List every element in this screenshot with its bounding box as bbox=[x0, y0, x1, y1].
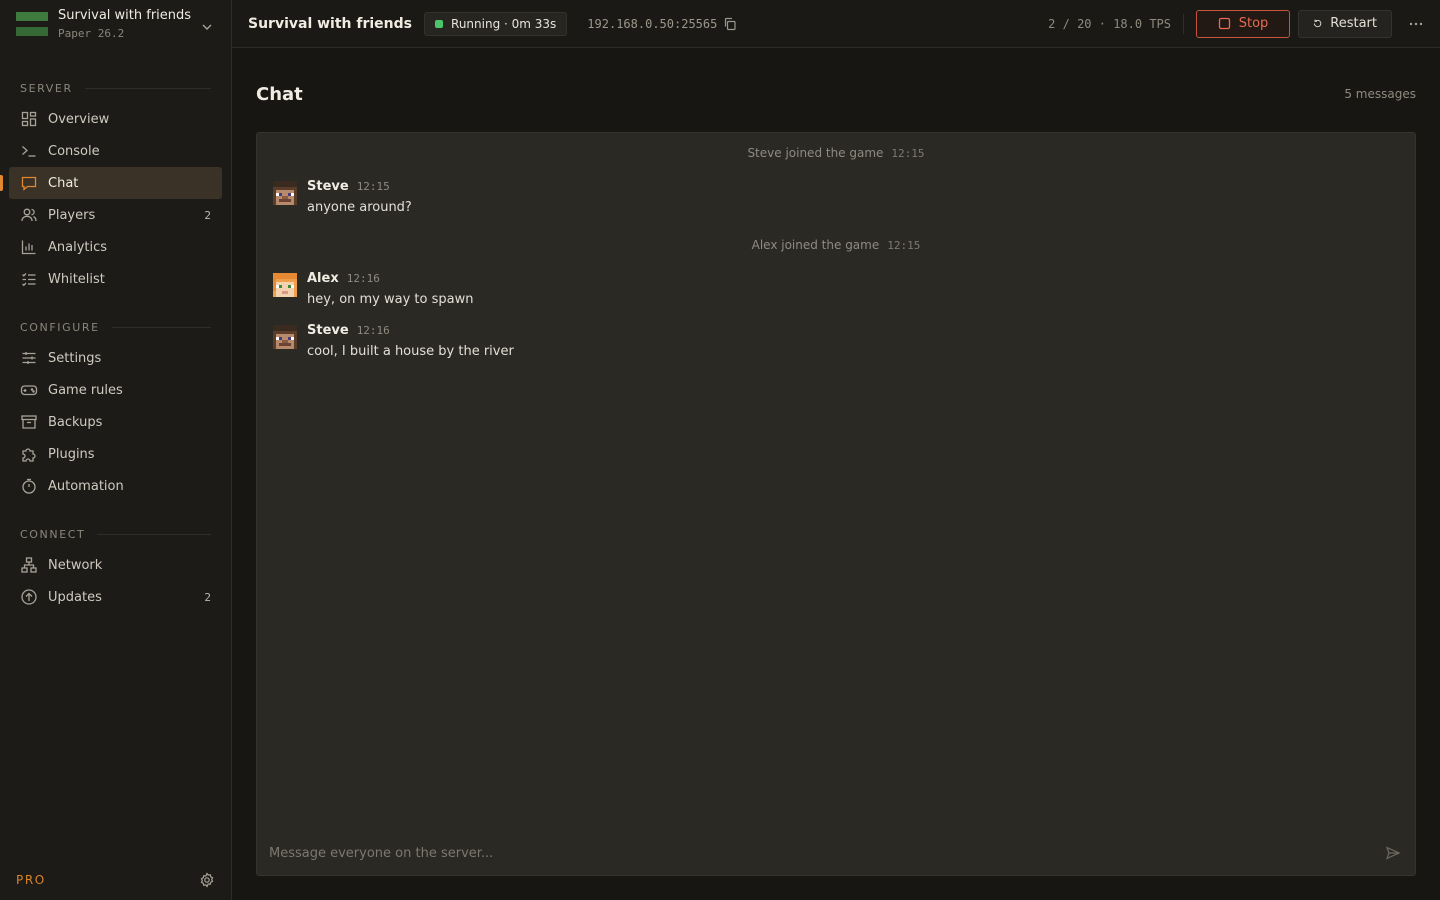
chat-panel: Steve joined the game 12:15 Steve 12:15 … bbox=[256, 132, 1416, 876]
console-icon bbox=[20, 142, 38, 160]
copy-icon[interactable] bbox=[723, 17, 737, 31]
chat-message: Alex 12:16 hey, on my way to spawn bbox=[257, 265, 1415, 317]
message-count: 5 messages bbox=[1344, 87, 1416, 101]
gamepad-icon bbox=[20, 381, 38, 399]
sidebar-item-network[interactable]: Network bbox=[9, 549, 222, 581]
sidebar-item-updates[interactable]: Updates 2 bbox=[9, 581, 222, 613]
players-count-badge: 2 bbox=[204, 208, 211, 222]
upload-circle-icon bbox=[20, 588, 38, 606]
chat-message: Steve 12:16 cool, I built a house by the… bbox=[257, 317, 1415, 369]
chat-message: Steve 12:15 anyone around? bbox=[257, 173, 1415, 225]
sidebar-item-label: Chat bbox=[48, 175, 79, 191]
send-icon[interactable] bbox=[1385, 845, 1401, 861]
pro-badge: PRO bbox=[16, 873, 46, 887]
sidebar-item-analytics[interactable]: Analytics bbox=[9, 231, 222, 263]
page-header: Chat 5 messages bbox=[256, 48, 1416, 140]
analytics-icon bbox=[20, 238, 38, 256]
message-author: Steve bbox=[307, 323, 349, 338]
sidebar-item-console[interactable]: Console bbox=[9, 135, 222, 167]
players-icon bbox=[20, 206, 38, 224]
system-message: Steve joined the game 12:15 bbox=[747, 146, 925, 160]
server-title: Survival with friends bbox=[248, 15, 413, 32]
server-switcher[interactable]: Survival with friends Paper 26.2 bbox=[0, 0, 231, 48]
sidebar-item-backups[interactable]: Backups bbox=[9, 406, 222, 438]
sidebar-item-label: Updates bbox=[48, 589, 102, 605]
stop-button[interactable]: Stop bbox=[1196, 9, 1290, 38]
message-time: 12:16 bbox=[346, 272, 380, 285]
sidebar-item-label: Network bbox=[48, 557, 103, 573]
sidebar-item-label: Overview bbox=[48, 111, 110, 127]
system-message: Alex joined the game 12:15 bbox=[751, 238, 921, 252]
sidebar-item-label: Backups bbox=[48, 414, 103, 430]
page-title: Chat bbox=[256, 83, 303, 105]
server-logo bbox=[16, 12, 48, 36]
whitelist-icon bbox=[20, 270, 38, 288]
server-info: Survival with friends Paper 26.2 bbox=[58, 7, 191, 41]
status-badge: Running · 0m 33s bbox=[424, 11, 568, 36]
message-input[interactable] bbox=[269, 845, 1385, 861]
sidebar-item-automation[interactable]: Automation bbox=[9, 470, 222, 502]
sidebar-footer: PRO bbox=[0, 860, 231, 900]
message-composer bbox=[257, 831, 1415, 875]
sidebar-item-settings[interactable]: Settings bbox=[9, 342, 222, 374]
updates-count-badge: 2 bbox=[204, 590, 211, 604]
chevron-down-icon bbox=[201, 18, 213, 30]
player-tps-stats: 2 / 20 · 18.0 TPS bbox=[1048, 13, 1184, 34]
topbar: Survival with friends Running · 0m 33s 1… bbox=[232, 0, 1440, 48]
sidebar-item-label: Console bbox=[48, 143, 100, 159]
timer-icon bbox=[20, 477, 38, 495]
sidebar-item-label: Analytics bbox=[48, 239, 108, 255]
message-author: Steve bbox=[307, 179, 349, 194]
section-heading-configure: CONFIGURE bbox=[0, 319, 231, 335]
sliders-icon bbox=[20, 349, 38, 367]
sidebar-item-overview[interactable]: Overview bbox=[9, 103, 222, 135]
sidebar-item-label: Settings bbox=[48, 350, 102, 366]
section-heading-connect: CONNECT bbox=[0, 526, 231, 542]
avatar bbox=[273, 325, 297, 349]
stop-icon bbox=[1218, 17, 1230, 30]
sidebar-item-label: Game rules bbox=[48, 382, 123, 398]
sidebar-item-label: Whitelist bbox=[48, 271, 105, 287]
avatar bbox=[273, 181, 297, 205]
message-author: Alex bbox=[307, 271, 339, 286]
message-time: 12:16 bbox=[356, 324, 390, 337]
sidebar-item-game-rules[interactable]: Game rules bbox=[9, 374, 222, 406]
overview-icon bbox=[20, 110, 38, 128]
server-version: Paper 26.2 bbox=[58, 27, 125, 40]
network-icon bbox=[20, 556, 38, 574]
puzzle-icon bbox=[20, 445, 38, 463]
status-text: Running · 0m 33s bbox=[451, 16, 557, 31]
restart-icon bbox=[1313, 19, 1322, 28]
message-time: 12:15 bbox=[356, 180, 390, 193]
server-address: 192.168.0.50:25565 bbox=[587, 17, 737, 31]
more-options-icon[interactable] bbox=[1408, 16, 1424, 32]
message-text: hey, on my way to spawn bbox=[307, 292, 474, 307]
avatar bbox=[273, 273, 297, 297]
running-status-dot bbox=[435, 19, 444, 28]
server-name: Survival with friends bbox=[58, 8, 192, 23]
sidebar-item-plugins[interactable]: Plugins bbox=[9, 438, 222, 470]
section-heading-server: SERVER bbox=[0, 80, 231, 96]
sidebar: Survival with friends Paper 26.2 SERVER … bbox=[0, 0, 232, 900]
restart-button[interactable]: Restart bbox=[1298, 9, 1392, 38]
sidebar-item-label: Players bbox=[48, 207, 96, 223]
message-text: cool, I built a house by the river bbox=[307, 344, 514, 359]
message-text: anyone around? bbox=[307, 200, 412, 215]
chat-icon bbox=[20, 174, 38, 192]
gear-icon[interactable] bbox=[199, 872, 215, 888]
content: Chat 5 messages bbox=[232, 48, 1440, 140]
sidebar-item-chat[interactable]: Chat bbox=[0, 167, 222, 199]
main-area: Survival with friends Running · 0m 33s 1… bbox=[232, 0, 1440, 900]
archive-icon bbox=[20, 413, 38, 431]
sidebar-item-label: Automation bbox=[48, 478, 124, 494]
sidebar-item-label: Plugins bbox=[48, 446, 95, 462]
sidebar-item-whitelist[interactable]: Whitelist bbox=[9, 263, 222, 295]
sidebar-item-players[interactable]: Players 2 bbox=[9, 199, 222, 231]
server-address-text: 192.168.0.50:25565 bbox=[587, 16, 718, 31]
